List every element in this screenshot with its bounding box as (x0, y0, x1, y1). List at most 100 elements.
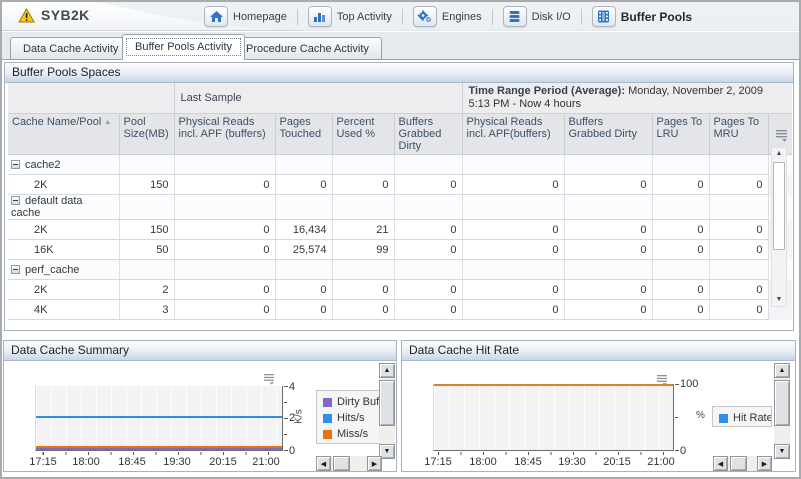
chart-legend: Hit Rate (712, 406, 772, 427)
table-vertical-scrollbar[interactable]: ▲ ▼ (771, 147, 787, 307)
y-axis-tick (675, 384, 679, 385)
cache-name-label: 4K (34, 304, 47, 316)
line-chart-plot-area (35, 386, 283, 451)
column-header[interactable]: Physical Reads incl. APF (buffers) (174, 114, 275, 155)
legend-entry[interactable]: Hit Rate (719, 410, 771, 426)
cache-name-label: 2K (34, 179, 47, 191)
home-icon (204, 6, 228, 27)
cache-group-row[interactable]: cache2 (8, 155, 792, 175)
value-cell (332, 195, 394, 220)
nav-label: Homepage (233, 11, 287, 23)
value-cell (564, 155, 652, 175)
nav-item-engines[interactable]: Engines (403, 6, 492, 27)
value-cell (709, 195, 768, 220)
column-header[interactable]: Pages Touched (275, 114, 332, 155)
collapse-icon[interactable] (11, 265, 20, 274)
legend-vertical-scrollbar[interactable]: ▲ ▼ (379, 363, 395, 459)
scroll-up-arrow[interactable]: ▲ (774, 363, 790, 378)
pool-row[interactable]: 2K15000000000 (8, 175, 792, 195)
scroll-down-arrow[interactable]: ▼ (772, 295, 786, 305)
column-header-row: Cache Name/Pool▲Pool Size(MB)Physical Re… (8, 114, 792, 155)
value-cell: 0 (462, 220, 564, 240)
value-cell (709, 260, 768, 280)
cache-name-cell: 2K (8, 175, 119, 195)
legend-label: Miss/s (337, 428, 368, 440)
scrollbar-thumb[interactable] (333, 456, 350, 471)
cache-group-row[interactable]: default data cache (8, 195, 792, 220)
series-line (36, 448, 282, 450)
scroll-left-arrow[interactable]: ◀ (316, 456, 331, 471)
pool-row[interactable]: 2K150016,4342100000 (8, 220, 792, 240)
cache-group-row[interactable]: perf_cache (8, 260, 792, 280)
y-axis-tick (284, 386, 288, 387)
value-cell: 0 (394, 280, 462, 300)
value-cell: 0 (652, 300, 709, 320)
sort-ascending-icon: ▲ (104, 119, 111, 126)
y-axis-labels: 420 (289, 341, 315, 473)
buffer-pools-table-body: cache22K15000000000default data cache2K1… (8, 155, 792, 320)
tab-buffer-pools-activity[interactable]: Buffer Pools Activity (122, 34, 245, 60)
buffer-pools-icon (592, 6, 616, 27)
legend-entry[interactable]: Miss/s (323, 426, 379, 442)
scrollbar-thumb[interactable] (730, 456, 747, 471)
column-header[interactable]: Buffers Grabbed Dirty (564, 114, 652, 155)
value-cell: 0 (275, 280, 332, 300)
legend-horizontal-scrollbar[interactable]: ◀ ▶ (713, 456, 772, 471)
nav-item-disk-io[interactable]: Disk I/O (493, 6, 581, 27)
nav-item-top-activity[interactable]: Top Activity (298, 6, 402, 27)
nav-item-homepage[interactable]: Homepage (194, 6, 297, 27)
column-header[interactable]: Pages To LRU (652, 114, 709, 155)
x-tick-label: 20:15 (209, 456, 237, 468)
pool-row[interactable]: 16K50025,5749900000 (8, 240, 792, 260)
value-cell: 25,574 (275, 240, 332, 260)
column-header[interactable]: Pool Size(MB) (119, 114, 174, 155)
column-header[interactable]: Pages To MRU (709, 114, 768, 155)
value-cell: 0 (394, 300, 462, 320)
value-cell (394, 155, 462, 175)
scroll-down-arrow[interactable]: ▼ (774, 444, 790, 459)
x-axis-ticks (433, 452, 674, 455)
value-cell: 0 (394, 220, 462, 240)
warning-icon (18, 8, 35, 23)
collapse-icon[interactable] (11, 160, 20, 169)
chart-legend: Dirty BufHits/s Miss/s (316, 390, 380, 444)
pool-row[interactable]: 4K300000000 (8, 300, 792, 320)
legend-entry[interactable]: Dirty Buf (323, 394, 379, 410)
scrollbar-thumb[interactable] (774, 380, 790, 426)
x-tick-label: 18:45 (118, 456, 146, 468)
column-header[interactable]: Buffers Grabbed Dirty (394, 114, 462, 155)
cache-name-label: default data cache (11, 195, 83, 219)
legend-horizontal-scrollbar[interactable]: ◀ ▶ (316, 456, 382, 471)
series-line (36, 446, 282, 448)
column-header[interactable]: Cache Name/Pool▲ (8, 114, 119, 155)
value-cell (709, 155, 768, 175)
buffer-pools-spaces-panel: Buffer Pools Spaces Last Sample Time Ran… (4, 62, 794, 331)
tab-procedure-cache-activity[interactable]: Procedure Cache Activity (233, 37, 382, 60)
value-cell (564, 260, 652, 280)
scroll-up-arrow[interactable]: ▲ (772, 149, 786, 159)
column-header[interactable]: Physical Reads incl. APF(buffers) (462, 114, 564, 155)
scroll-right-arrow[interactable]: ▶ (367, 456, 382, 471)
scroll-right-arrow[interactable]: ▶ (757, 456, 772, 471)
pool-row[interactable]: 2K200000000 (8, 280, 792, 300)
cache-name-label: cache2 (25, 159, 60, 171)
value-cell: 0 (394, 240, 462, 260)
scroll-up-arrow[interactable]: ▲ (379, 363, 395, 378)
legend-swatch (719, 414, 728, 423)
value-cell (275, 260, 332, 280)
panel-title: Buffer Pools Spaces (5, 63, 793, 83)
value-cell: 0 (332, 175, 394, 195)
x-tick-label: 21:00 (647, 456, 675, 468)
tab-data-cache-activity[interactable]: Data Cache Activity (10, 37, 131, 60)
column-header[interactable]: Percent Used % (332, 114, 394, 155)
scrollbar-thumb[interactable] (379, 380, 395, 426)
table-detach-menu-icon[interactable] (775, 129, 789, 147)
scrollbar-thumb[interactable] (773, 162, 785, 250)
nav-item-buffer-pools[interactable]: Buffer Pools (582, 6, 702, 27)
legend-vertical-scrollbar[interactable]: ▲ ▼ (774, 363, 790, 459)
scroll-left-arrow[interactable]: ◀ (713, 456, 728, 471)
y-tick-label: 0 (289, 445, 295, 457)
legend-entry[interactable]: Hits/s (323, 410, 379, 426)
collapse-icon[interactable] (11, 196, 20, 205)
cache-name-label: 16K (34, 244, 54, 256)
